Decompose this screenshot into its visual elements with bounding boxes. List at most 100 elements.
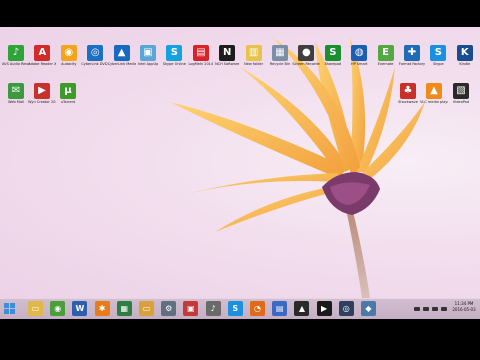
desktop-icon[interactable]: E Evernote bbox=[372, 43, 400, 79]
desktop-icon-label: Intel AppUp bbox=[137, 62, 159, 66]
desktop-icon-label: New folder bbox=[244, 62, 264, 66]
desktop-icon[interactable]: S Sharepod bbox=[319, 43, 347, 79]
app-icon: ◎ bbox=[87, 45, 104, 61]
clock-date: 2016-05-03 bbox=[452, 307, 476, 312]
desktop-icon-label: Recycle Bin bbox=[269, 62, 291, 66]
app-icon: N bbox=[219, 45, 236, 61]
battery-icon[interactable] bbox=[441, 307, 447, 311]
app-icon: S bbox=[324, 45, 341, 61]
letterbox-top bbox=[0, 0, 480, 27]
desktop-icon[interactable]: ▤ LogMeIn 2014 bbox=[187, 43, 215, 79]
app-icon: A bbox=[34, 45, 51, 61]
taskbar-file-explorer-icon[interactable]: ▭ bbox=[28, 301, 43, 316]
desktop-icon-label: Format Factory bbox=[398, 62, 426, 66]
app-icon: ▲ bbox=[113, 45, 130, 61]
taskbar-firefox-icon[interactable]: ◔ bbox=[250, 301, 265, 316]
app-icon: ◉ bbox=[60, 45, 77, 61]
desktop-icon[interactable]: ▲ VLC media player bbox=[420, 81, 448, 117]
app-icon: S bbox=[430, 45, 447, 61]
desktop-icon[interactable]: ▶Wyn Creator 2014 bbox=[28, 81, 56, 117]
desktop-icon-label: Skype Online bbox=[162, 62, 186, 66]
app-icon: ▧ bbox=[453, 83, 469, 99]
app-icon: ✚ bbox=[404, 45, 420, 61]
desktop-icon[interactable]: ▣ Intel AppUp bbox=[134, 43, 162, 79]
desktop-icon-label: Shockwave bbox=[398, 100, 418, 104]
desktop-icon-label: Wyn Creator 2014 bbox=[28, 100, 56, 104]
taskbar-store-icon[interactable]: ▦ bbox=[116, 301, 132, 316]
app-icon: ▣ bbox=[140, 45, 156, 61]
desktop-icon[interactable]: K Kindle bbox=[451, 43, 479, 79]
desktop-icon-label: Screen Recorder bbox=[292, 62, 321, 66]
desktop-icon-label: Evernote bbox=[377, 62, 394, 66]
desktop-icon[interactable]: ♣ Shockwave bbox=[394, 81, 422, 117]
desktop-icon[interactable]: A Adobe Reader XI bbox=[28, 43, 56, 79]
taskbar-winamp-icon[interactable]: ✱ bbox=[94, 301, 110, 316]
desktop-icon[interactable]: ◎CyberLink DVD Suite bbox=[81, 43, 109, 79]
desktop-icon-label: Web Mail bbox=[8, 100, 24, 104]
taskbar-word-icon[interactable]: W bbox=[72, 301, 88, 316]
app-icon: ◍ bbox=[351, 45, 368, 61]
desktop-icon[interactable]: ▲CyberLink Media Suite bbox=[108, 43, 136, 79]
desktop-icon-label: Kindle bbox=[459, 62, 471, 66]
volume-icon[interactable] bbox=[432, 307, 438, 311]
taskbar-media-player-icon[interactable]: ▶ bbox=[316, 301, 332, 316]
app-icon: ▦ bbox=[272, 45, 288, 61]
desktop-icon[interactable]: ▦ Recycle Bin bbox=[266, 43, 294, 79]
app-icon: E bbox=[377, 45, 394, 61]
desktop-icon[interactable]: S Skype Online bbox=[160, 43, 188, 79]
app-icon: ♣ bbox=[400, 83, 416, 99]
desktop-icon-label: VLC media player bbox=[420, 100, 448, 104]
system-clock[interactable]: 11:34 PM 2016-05-03 bbox=[450, 301, 478, 313]
screen: ♪AVS Audio RecorderAAdobe Reader XI◉Auda… bbox=[0, 0, 480, 360]
desktop-icon[interactable]: N NCH Software bbox=[213, 43, 241, 79]
taskbar-control-panel-icon[interactable]: ▤ bbox=[272, 301, 288, 316]
desktop-icon-label: AVS Audio Recorder bbox=[2, 62, 30, 66]
app-icon: ▤ bbox=[192, 45, 209, 61]
desktop-icon-label: Skype bbox=[433, 62, 444, 66]
app-icon: ● bbox=[298, 45, 315, 61]
app-icon: K bbox=[456, 45, 473, 61]
app-icon: ▥ bbox=[245, 45, 262, 61]
desktop-icon[interactable]: ✉ Web Mail bbox=[2, 81, 30, 117]
desktop-icon-label: HP Smart bbox=[350, 62, 368, 66]
desktop-icon-label: CyberLink Media Suite bbox=[107, 62, 136, 66]
desktop-icon[interactable]: µ uTorrent bbox=[54, 81, 82, 117]
app-icon: S bbox=[166, 45, 183, 61]
desktop-icon-label: NCH Software bbox=[215, 62, 240, 66]
app-icon: ✉ bbox=[8, 83, 24, 99]
desktop-icon[interactable]: ♪AVS Audio Recorder bbox=[2, 43, 30, 79]
taskbar-graduation-icon[interactable]: ▲ bbox=[294, 301, 310, 316]
taskbar-chrome-icon[interactable]: ◉ bbox=[50, 301, 66, 316]
app-icon: ▲ bbox=[426, 83, 442, 99]
clock-time: 11:34 PM bbox=[454, 301, 474, 306]
taskbar-steam-icon[interactable]: ◎ bbox=[338, 301, 354, 316]
desktop-icon-label: VideoPad bbox=[452, 100, 470, 104]
start-button[interactable] bbox=[2, 301, 17, 316]
taskbar-settings-icon[interactable]: ⚙ bbox=[161, 301, 177, 316]
app-icon: ▶ bbox=[34, 83, 50, 99]
taskbar-skype-icon[interactable]: S bbox=[227, 301, 243, 316]
desktop-icon[interactable]: ◍ HP Smart bbox=[345, 43, 373, 79]
tray-arrow-icon[interactable] bbox=[414, 307, 420, 311]
network-icon[interactable] bbox=[423, 307, 429, 311]
desktop-icon-label: Adobe Reader XI bbox=[28, 62, 57, 66]
taskbar-tool-icon[interactable]: ◆ bbox=[361, 301, 376, 316]
letterbox-bottom bbox=[0, 333, 480, 360]
app-icon: ♪ bbox=[8, 45, 24, 61]
desktop-icon[interactable]: ▥ New folder bbox=[240, 43, 268, 79]
desktop-icon[interactable]: ✚ Format Factory bbox=[398, 43, 426, 79]
desktop-icon[interactable]: ● Screen Recorder bbox=[292, 43, 320, 79]
desktop-icon[interactable]: ◉ Audacity bbox=[55, 43, 83, 79]
desktop-icon-label: LogMeIn 2014 bbox=[188, 62, 214, 66]
desktop-icon[interactable]: ▧ VideoPad bbox=[447, 81, 475, 117]
desktop[interactable]: ♪AVS Audio RecorderAAdobe Reader XI◉Auda… bbox=[0, 27, 480, 298]
desktop-icon-label: CyberLink DVD Suite bbox=[81, 62, 109, 66]
taskbar-photos-icon[interactable]: ▣ bbox=[183, 301, 199, 316]
taskbar: ▭ ◉ W ✱ ▦ ▭ ⚙ ▣ ♪ S ◔ ▤ ▲ ▶ ◎ ◆ 11:34 PM 2016-05-03 bbox=[0, 298, 480, 319]
taskbar-folder-icon[interactable]: ▭ bbox=[139, 301, 154, 316]
desktop-icon-label: Audacity bbox=[61, 62, 77, 66]
desktop-icon-label: uTorrent bbox=[60, 100, 76, 104]
desktop-icon[interactable]: S Skype bbox=[424, 43, 452, 79]
taskbar-itunes-icon[interactable]: ♪ bbox=[205, 301, 221, 316]
desktop-icon-label: Sharepod bbox=[324, 62, 342, 66]
